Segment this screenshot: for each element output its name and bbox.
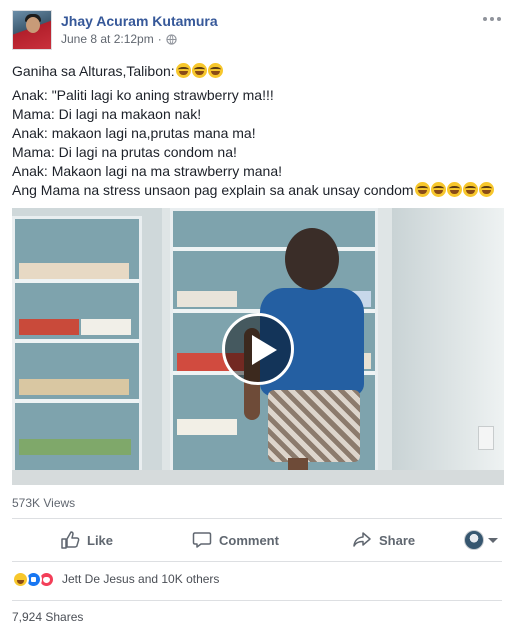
post-text-line: Anak: makaon lagi na,prutas mana ma!	[12, 125, 256, 141]
post-text-line: Ang Mama na stress unsaon pag explain sa…	[12, 181, 508, 200]
post-text-line: Anak: "Paliti lagi ko aning strawberry m…	[12, 87, 274, 103]
author-avatar[interactable]	[12, 10, 52, 50]
post-text-line: Ganiha sa Alturas,Talibon:	[12, 62, 508, 81]
share-label: Share	[379, 532, 416, 548]
video-scene-cabinet	[12, 216, 142, 478]
tears-of-joy-emoji	[175, 63, 191, 78]
video-scene-child	[268, 390, 360, 462]
tears-of-joy-emoji	[207, 63, 223, 78]
tears-of-joy-emoji	[478, 182, 494, 197]
viewer-avatar	[464, 530, 484, 550]
like-label: Like	[87, 532, 114, 548]
comment-label: Comment	[219, 532, 279, 548]
post-as-selector[interactable]	[464, 530, 498, 550]
meta-separator: ·	[157, 32, 162, 46]
post-text-line: Mama: Di lagi na makaon nak!	[12, 106, 202, 122]
chevron-down-icon	[488, 537, 498, 543]
play-icon[interactable]	[222, 313, 294, 385]
video-view-count: 573K Views	[12, 496, 76, 510]
thumbs-up-icon	[61, 531, 80, 549]
post-header: Jhay Acuram Kutamura June 8 at 2:12pm ·	[12, 10, 502, 52]
tears-of-joy-emoji	[191, 63, 207, 78]
divider	[12, 600, 502, 601]
video-scene-child	[285, 228, 339, 290]
haha-reaction-icon	[12, 570, 29, 588]
share-count[interactable]: 7,924 Shares	[12, 610, 83, 624]
post-text-line: Anak: Makaon lagi na ma strawberry mana!	[12, 163, 283, 179]
divider	[12, 518, 502, 519]
tears-of-joy-emoji	[414, 182, 430, 197]
post-meta: June 8 at 2:12pm ·	[61, 32, 177, 46]
post-text-line: Mama: Di lagi na prutas condom na!	[12, 144, 237, 160]
comment-button[interactable]: Comment	[192, 524, 279, 556]
reactions-text[interactable]: Jett De Jesus and 10K others	[62, 572, 219, 586]
post-timestamp[interactable]: June 8 at 2:12pm	[61, 32, 154, 46]
comment-bubble-icon	[192, 532, 212, 548]
reactions-summary[interactable]: Jett De Jesus and 10K others	[12, 570, 219, 588]
divider	[12, 561, 502, 562]
like-button[interactable]: Like	[60, 524, 113, 556]
share-arrow-icon	[353, 532, 371, 547]
share-button[interactable]: Share	[352, 524, 415, 556]
more-options-icon[interactable]	[482, 13, 502, 25]
globe-icon[interactable]	[166, 33, 177, 45]
video-player[interactable]	[12, 208, 504, 485]
tears-of-joy-emoji	[430, 182, 446, 197]
tears-of-joy-emoji	[446, 182, 462, 197]
avatar-face	[26, 17, 40, 33]
author-name[interactable]: Jhay Acuram Kutamura	[61, 13, 218, 29]
post-text: Ganiha sa Alturas,Talibon: Anak: "Paliti…	[12, 62, 508, 200]
video-scene-socket	[478, 426, 494, 450]
post-actions-bar: Like Comment Share	[12, 524, 502, 556]
tears-of-joy-emoji	[462, 182, 478, 197]
video-scene-floor	[12, 470, 504, 485]
